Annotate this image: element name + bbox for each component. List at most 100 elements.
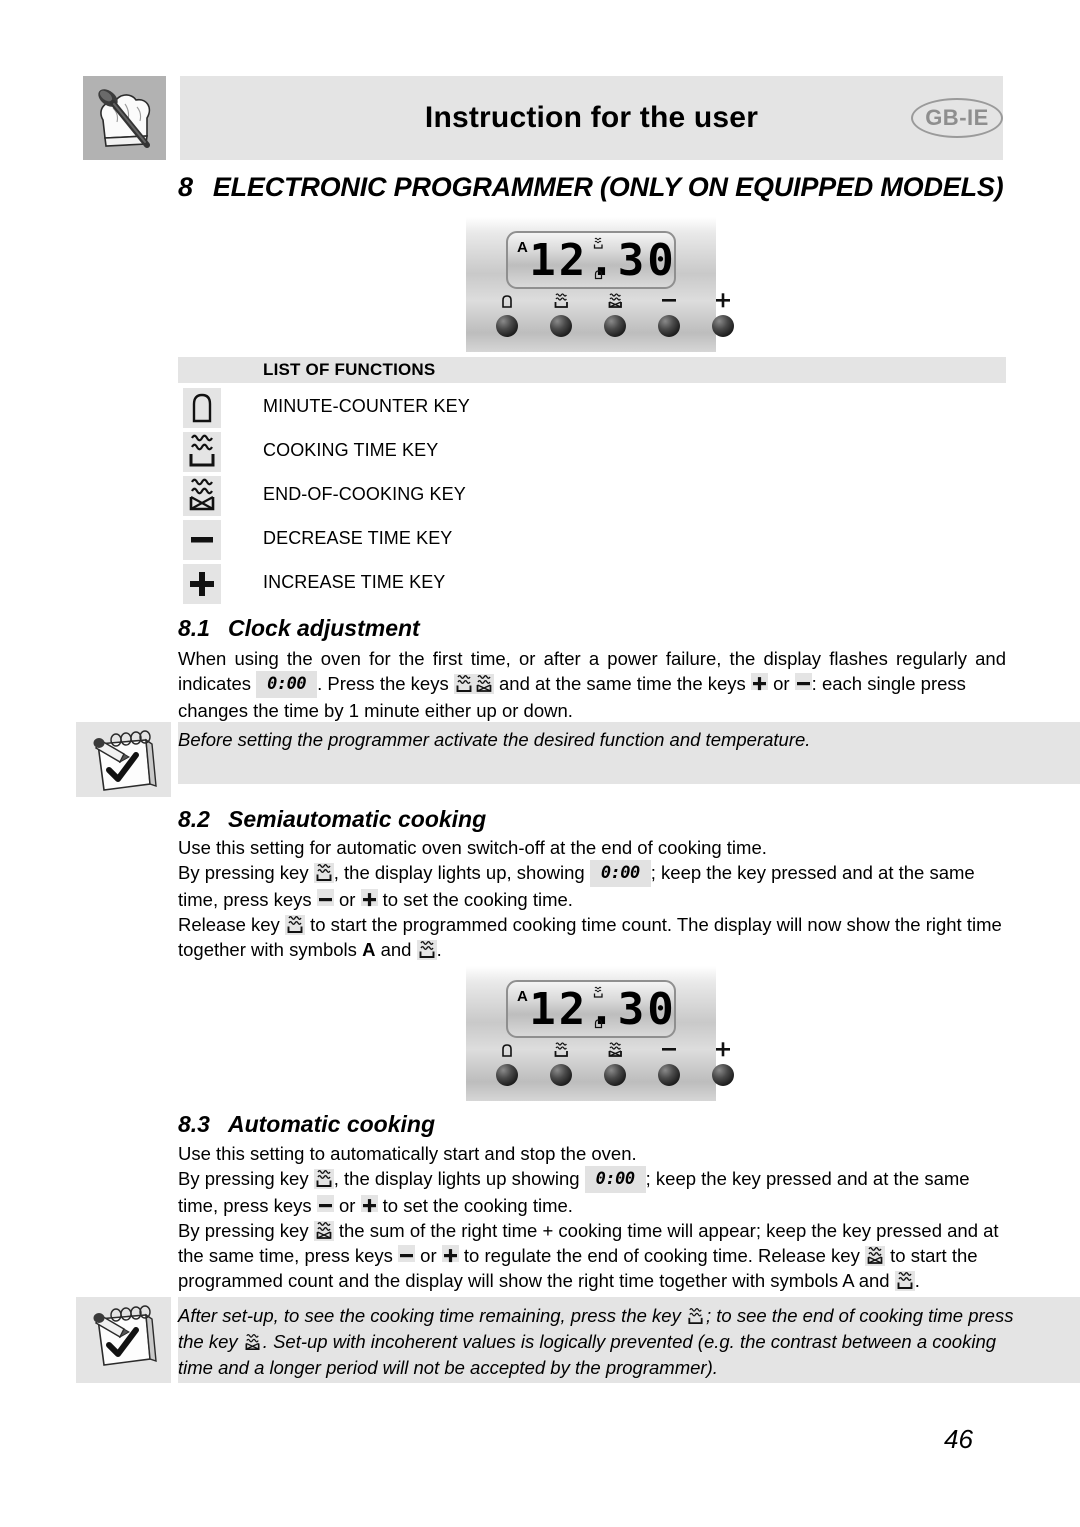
push-button[interactable] xyxy=(496,1064,518,1086)
panel-decrease-time-key[interactable] xyxy=(652,293,686,337)
text-fragment: . xyxy=(914,1270,920,1291)
programmer-key-row xyxy=(466,293,734,341)
plus-icon xyxy=(706,293,740,313)
text-fragment: ; keep the key pressed and at the same xyxy=(650,862,975,883)
function-label: END-OF-COOKING KEY xyxy=(263,484,466,504)
paragraph-line: indicates 0:00. Press the keys and at th… xyxy=(178,671,1006,698)
push-button[interactable] xyxy=(712,1064,734,1086)
function-row-increase-time: INCREASE TIME KEY xyxy=(178,564,1006,608)
pot-crossed-icon xyxy=(473,674,494,694)
push-button[interactable] xyxy=(658,315,680,337)
bell-icon xyxy=(183,388,221,428)
text-fragment: : each single press xyxy=(811,673,966,694)
panel-cooking-time-key[interactable] xyxy=(544,1042,578,1086)
function-row-end-of-cooking: END-OF-COOKING KEY xyxy=(178,476,1006,520)
panel-increase-time-key[interactable] xyxy=(706,1042,740,1086)
text-fragment: time, press keys xyxy=(178,889,312,910)
minus-icon xyxy=(316,889,334,906)
text-fragment: or xyxy=(338,1195,356,1216)
function-row-cooking-time: COOKING TIME KEY xyxy=(178,432,1006,476)
programmer-key-row xyxy=(466,1042,734,1090)
section-title: Clock adjustment xyxy=(227,615,420,641)
panel-end-of-cooking-key[interactable] xyxy=(598,1042,632,1086)
text-fragment: ; to see the end of cooking time press xyxy=(705,1305,1014,1326)
chef-hat-spoon-icon xyxy=(83,76,166,160)
text-fragment: to start the xyxy=(890,1245,978,1266)
panel-minute-counter-key[interactable] xyxy=(490,1042,524,1086)
minus-icon xyxy=(316,1195,334,1212)
text-fragment: Release key xyxy=(178,914,280,935)
text-fragment: indicates xyxy=(178,673,252,694)
text-fragment: . Set-up with incoherent values is logic… xyxy=(262,1331,997,1352)
language-badge: GB-IE xyxy=(911,98,1003,138)
push-button[interactable] xyxy=(550,315,572,337)
pot-heat-icon xyxy=(313,863,334,883)
lcd-value-display: 0:00 xyxy=(589,860,651,887)
section-title: Automatic cooking xyxy=(227,1111,435,1137)
functions-table-header: LIST OF FUNCTIONS xyxy=(178,357,1006,383)
paragraph-line: Use this setting for automatic oven swit… xyxy=(178,837,767,858)
pot-heat-icon xyxy=(284,915,305,935)
lcd-display: A 12.30 xyxy=(506,231,676,289)
section-8-3-heading: 8.3 Automatic cooking xyxy=(178,1111,1006,1138)
function-row-minute-counter: MINUTE-COUNTER KEY xyxy=(178,388,1006,432)
note-line: time and a longer period will not be acc… xyxy=(178,1357,718,1378)
pot-heat-icon xyxy=(453,674,474,694)
push-button[interactable] xyxy=(658,1064,680,1086)
section-number: 8.3 xyxy=(178,1111,210,1137)
section-8-1-heading: 8.1 Clock adjustment xyxy=(178,615,1006,642)
text-fragment: ; keep the key pressed and at the same xyxy=(645,1168,970,1189)
function-row-decrease-time: DECREASE TIME KEY xyxy=(178,520,1006,564)
text-fragment: By pressing key xyxy=(178,1220,309,1241)
pot-heat-icon xyxy=(416,940,437,960)
panel-decrease-time-key[interactable] xyxy=(652,1042,686,1086)
function-label: INCREASE TIME KEY xyxy=(263,572,446,592)
bell-icon xyxy=(490,1042,524,1062)
pot-heat-icon xyxy=(183,432,221,472)
note-line: Before setting the programmer activate t… xyxy=(178,729,811,750)
symbol-a: A xyxy=(362,939,376,960)
pot-heat-icon xyxy=(894,1271,915,1291)
function-label: DECREASE TIME KEY xyxy=(263,528,453,548)
text-fragment: to set the cooking time. xyxy=(382,889,573,910)
text-fragment: the key xyxy=(178,1331,238,1352)
text-fragment: . Press the keys xyxy=(317,673,449,694)
text-fragment: programmed count and the display will sh… xyxy=(178,1270,890,1291)
lcd-minute-counter-symbol xyxy=(593,269,604,282)
lcd-cooking-symbol xyxy=(592,237,605,252)
text-fragment: . xyxy=(436,939,442,960)
text-fragment: to regulate the end of cooking time. Rel… xyxy=(463,1245,860,1266)
panel-increase-time-key[interactable] xyxy=(706,293,740,337)
push-button[interactable] xyxy=(604,1064,626,1086)
pot-crossed-icon xyxy=(242,1333,263,1353)
pot-crossed-icon xyxy=(183,476,221,516)
functions-table-heading-text: LIST OF FUNCTIONS xyxy=(263,360,436,379)
programmer-panel-image-bottom: A 12.30 xyxy=(466,966,734,1101)
page-header: Instruction for the user GB-IE xyxy=(83,76,1003,160)
push-button[interactable] xyxy=(550,1064,572,1086)
panel-cooking-time-key[interactable] xyxy=(544,293,578,337)
plus-icon xyxy=(183,564,221,604)
text-fragment: together with symbols xyxy=(178,939,357,960)
note-text: After set-up, to see the cooking time re… xyxy=(178,1303,1070,1381)
push-button[interactable] xyxy=(604,315,626,337)
text-fragment: and xyxy=(380,939,412,960)
panel-minute-counter-key[interactable] xyxy=(490,293,524,337)
panel-end-of-cooking-key[interactable] xyxy=(598,293,632,337)
push-button[interactable] xyxy=(712,315,734,337)
section-title: Semiautomatic cooking xyxy=(227,806,487,832)
notepad-pencil-check-icon xyxy=(76,1297,171,1383)
minus-icon xyxy=(652,1042,686,1062)
plus-icon xyxy=(360,889,378,907)
minus-icon xyxy=(183,520,221,560)
page-title: Instruction for the user xyxy=(424,101,759,134)
text-fragment: to set the cooking time. xyxy=(382,1195,573,1216)
push-button[interactable] xyxy=(496,315,518,337)
chapter-number: 8 xyxy=(178,172,193,202)
text-fragment: time, press keys xyxy=(178,1195,312,1216)
paragraph-line: By pressing key , the display lights up,… xyxy=(178,860,1006,887)
section-8-3-body: Use this setting to automatically start … xyxy=(178,1141,1006,1293)
text-fragment: By pressing key xyxy=(178,1168,309,1189)
minus-icon xyxy=(652,293,686,313)
text-fragment: the same time, press keys xyxy=(178,1245,393,1266)
